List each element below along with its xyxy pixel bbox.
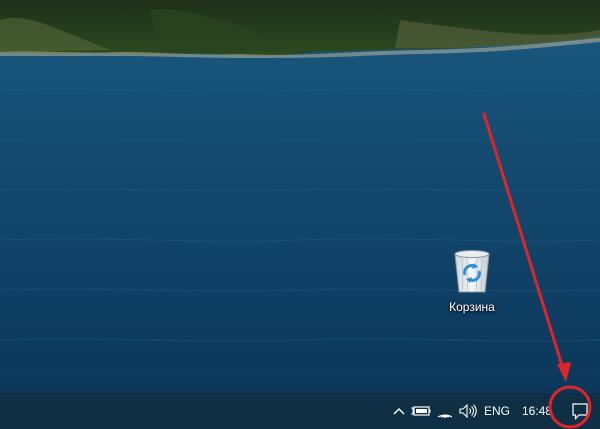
clock[interactable]: 16:48 — [514, 393, 560, 429]
battery-icon — [411, 406, 431, 416]
speaker-icon — [459, 404, 477, 418]
language-indicator[interactable]: ENG — [480, 393, 514, 429]
notifications-button[interactable] — [560, 393, 600, 429]
action-center-icon — [572, 403, 588, 420]
chevron-up-icon — [393, 408, 405, 415]
wifi-icon — [437, 414, 453, 418]
network-button[interactable] — [434, 393, 456, 429]
show-hidden-icons-button[interactable] — [390, 393, 408, 429]
volume-button[interactable] — [456, 393, 480, 429]
taskbar: ENG 16:48 — [0, 393, 600, 429]
battery-button[interactable] — [408, 393, 434, 429]
desktop-icon-recycle-bin[interactable]: Корзина — [436, 246, 508, 314]
desktop-icon-label: Корзина — [449, 300, 495, 314]
desktop-screen: Корзина ENG 16:48 — [0, 0, 600, 429]
recycle-bin-icon — [454, 250, 490, 293]
desktop-wallpaper — [0, 0, 600, 429]
system-tray: ENG 16:48 — [390, 393, 600, 429]
